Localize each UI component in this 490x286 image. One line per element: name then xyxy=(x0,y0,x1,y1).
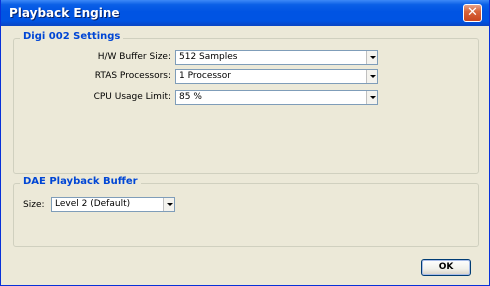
dae-size-select[interactable]: Level 2 (Default) xyxy=(51,197,175,212)
dae-playback-buffer-title: DAE Playback Buffer xyxy=(20,176,141,187)
size-label: Size: xyxy=(23,200,45,210)
chevron-down-icon[interactable] xyxy=(163,198,174,211)
playback-engine-dialog: Playback Engine ✕ Digi 002 Settings H/W … xyxy=(0,0,490,286)
dae-playback-buffer-group: DAE Playback Buffer xyxy=(13,176,479,247)
chevron-down-icon[interactable] xyxy=(366,51,377,64)
ok-button[interactable]: OK xyxy=(421,259,471,276)
cpu-usage-limit-label: CPU Usage Limit: xyxy=(93,92,171,102)
rtas-processors-value: 1 Processor xyxy=(179,71,231,81)
digi-settings-title: Digi 002 Settings xyxy=(20,31,124,42)
window-title: Playback Engine xyxy=(9,6,120,20)
chevron-down-icon[interactable] xyxy=(366,70,377,83)
hw-buffer-size-value: 512 Samples xyxy=(179,52,238,62)
hw-buffer-size-select[interactable]: 512 Samples xyxy=(175,50,378,65)
rtas-processors-label: RTAS Processors: xyxy=(94,71,171,81)
cpu-usage-limit-value: 85 % xyxy=(179,92,202,102)
rtas-processors-select[interactable]: 1 Processor xyxy=(175,69,378,84)
close-icon: ✕ xyxy=(467,5,478,20)
hw-buffer-size-label: H/W Buffer Size: xyxy=(97,52,171,62)
cpu-usage-limit-select[interactable]: 85 % xyxy=(175,90,378,105)
chevron-down-icon[interactable] xyxy=(366,91,377,104)
close-button[interactable]: ✕ xyxy=(463,4,482,22)
dae-size-value: Level 2 (Default) xyxy=(55,199,131,209)
title-bar[interactable]: Playback Engine ✕ xyxy=(1,0,489,26)
